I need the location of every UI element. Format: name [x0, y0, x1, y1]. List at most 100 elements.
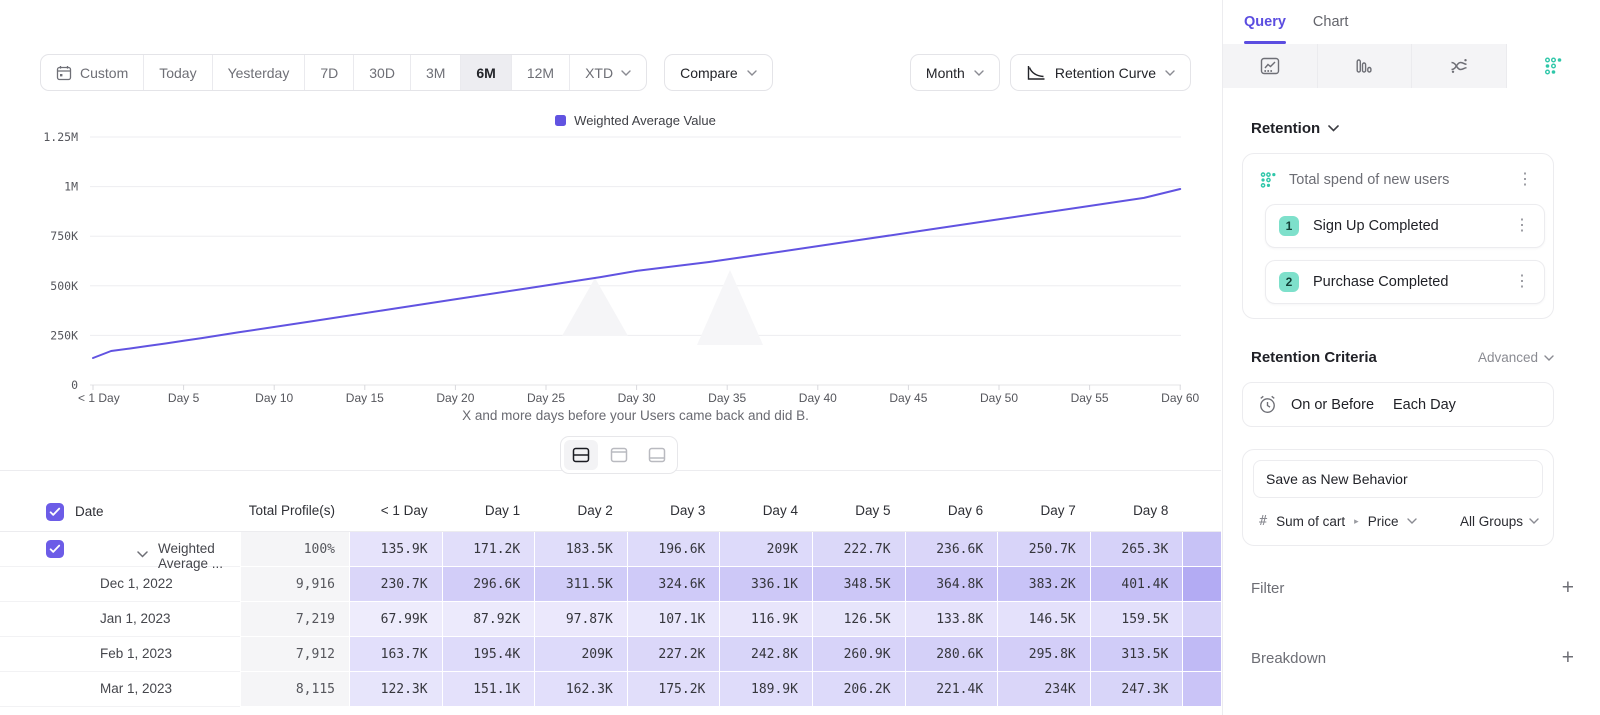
layout-top-band-button[interactable] [602, 440, 636, 470]
measure-subfield[interactable]: Price [1368, 514, 1399, 529]
date-range-today[interactable]: Today [143, 55, 211, 90]
tab-chart[interactable]: Chart [1313, 0, 1348, 44]
table-header-col: Day 6 [905, 471, 998, 531]
split-rows-icon [572, 447, 590, 463]
chart-legend[interactable]: Weighted Average Value [90, 113, 1181, 128]
report-type-tabs [1223, 44, 1600, 88]
row-checkbox[interactable] [46, 540, 64, 558]
table-row[interactable]: Jan 1, 20237,21967.99K87.92K97.87K107.1K… [0, 602, 1221, 637]
kebab-menu-icon[interactable]: ⋮ [1511, 170, 1539, 190]
criteria-condition[interactable]: On or Before [1291, 397, 1374, 413]
chart-style-dropdown[interactable]: Retention Curve [1010, 54, 1191, 91]
compare-button[interactable]: Compare [664, 54, 773, 91]
retention-value-cell: 311.5K [534, 567, 627, 602]
report-toolbar: CustomTodayYesterday7D30D3M6M12MXTD Comp… [40, 54, 1191, 91]
behavior-title-row[interactable]: Total spend of new users ⋮ [1255, 166, 1545, 192]
report-type-funnels[interactable] [1318, 44, 1413, 88]
behavior-step-2[interactable]: 2Purchase Completed⋮ [1265, 260, 1545, 304]
table-header-date: Date [0, 471, 240, 531]
chevron-down-icon [1165, 70, 1175, 76]
date-range-30d[interactable]: 30D [353, 55, 410, 90]
behavior-step-1[interactable]: 1Sign Up Completed⋮ [1265, 204, 1545, 248]
save-as-new-behavior-button[interactable]: Save as New Behavior [1253, 460, 1543, 498]
retention-value-cell: 162.3K [534, 672, 627, 707]
retention-value-cell: 295.8K [997, 637, 1090, 672]
top-band-icon [610, 447, 628, 463]
active-tab-underline [1244, 41, 1286, 44]
bottom-band-icon [648, 447, 666, 463]
retention-value-cell: 336.1K [719, 567, 812, 602]
kebab-menu-icon[interactable]: ⋮ [1508, 272, 1536, 292]
chevron-down-icon [1529, 518, 1539, 524]
layout-bottom-band-button[interactable] [640, 440, 674, 470]
date-range-6m[interactable]: 6M [460, 55, 510, 90]
measure-field-dropdown[interactable]: Sum of cart [1276, 514, 1345, 529]
report-type-flows[interactable] [1412, 44, 1507, 88]
chart-controls: Month Retention Curve [910, 54, 1191, 91]
retention-value-cell: 146.5K [997, 602, 1090, 637]
behavior-steps: 1Sign Up Completed⋮ 2Purchase Completed⋮ [1255, 204, 1545, 304]
measure-row: # Sum of cart ▸ Price All Groups [1259, 513, 1539, 529]
table-body: Weighted Average ...100%135.9K171.2K183.… [0, 532, 1221, 707]
expand-chevron-icon[interactable] [137, 545, 148, 563]
retention-dots-icon [1543, 56, 1563, 76]
retention-value-cell: 242.8K [719, 637, 812, 672]
retention-criteria-header: Retention Criteria Advanced [1251, 349, 1554, 366]
retention-value-cell: 67.99K [349, 602, 442, 637]
chart-caption: X and more days before your Users came b… [90, 408, 1181, 423]
retention-value-cell: 133.8K [905, 602, 998, 637]
kebab-menu-icon[interactable]: ⋮ [1508, 216, 1536, 236]
table-header-col: Day 7 [997, 471, 1090, 531]
behavior-card: Total spend of new users ⋮ 1Sign Up Comp… [1242, 153, 1554, 319]
retention-value-cell: 247.3K [1090, 672, 1183, 707]
chevron-down-icon [1407, 518, 1417, 524]
svg-text:1M: 1M [64, 180, 78, 194]
report-type-insights[interactable] [1223, 44, 1318, 88]
date-range-custom[interactable]: Custom [41, 55, 143, 90]
retention-value-cell: 230.7K [349, 567, 442, 602]
total-profiles-cell: 7,219 [240, 602, 349, 637]
groups-dropdown[interactable]: All Groups [1460, 514, 1539, 529]
criteria-card[interactable]: On or Before Each Day [1242, 382, 1554, 427]
table-header-col: Day 1 [442, 471, 535, 531]
retention-value-cell: 206.2K [812, 672, 905, 707]
table-row[interactable]: Dec 1, 20229,916230.7K296.6K311.5K324.6K… [0, 567, 1221, 602]
table-row[interactable]: Mar 1, 20238,115122.3K151.1K162.3K175.2K… [0, 672, 1221, 707]
add-filter-button[interactable]: + [1562, 576, 1574, 600]
report-type-retention[interactable] [1507, 44, 1600, 88]
layout-split-rows-button[interactable] [564, 440, 598, 470]
granularity-dropdown[interactable]: Month [910, 54, 1000, 91]
row-label-cell: Weighted Average ... [0, 532, 240, 567]
svg-text:Day 5: Day 5 [168, 391, 200, 405]
legend-swatch [555, 115, 566, 126]
date-range-7d[interactable]: 7D [304, 55, 353, 90]
table-row[interactable]: Feb 1, 20237,912163.7K195.4K209K227.2K24… [0, 637, 1221, 672]
retention-section-header[interactable]: Retention [1251, 120, 1554, 137]
date-range-3m[interactable]: 3M [410, 55, 460, 90]
breakdown-label: Breakdown [1251, 650, 1562, 667]
retention-value-cell: 87.92K [442, 602, 535, 637]
table-header-row: DateTotal Profile(s)< 1 DayDay 1Day 2Day… [0, 471, 1221, 532]
criteria-value[interactable]: Each Day [1393, 397, 1456, 413]
chevron-down-icon [974, 70, 984, 76]
tab-query[interactable]: Query [1244, 0, 1286, 44]
chevron-down-icon [1544, 355, 1554, 361]
row-label-cell: Feb 1, 2023 [0, 637, 240, 672]
date-range-yesterday[interactable]: Yesterday [212, 55, 305, 90]
add-breakdown-button[interactable]: + [1562, 646, 1574, 670]
retention-value-cell: 189.9K [719, 672, 812, 707]
retention-value-cell: 209K [534, 637, 627, 672]
svg-text:Day 15: Day 15 [346, 391, 384, 405]
criteria-mode-dropdown[interactable]: Advanced [1478, 350, 1554, 365]
date-range-xtd[interactable]: XTD [569, 55, 646, 90]
row-label: Jan 1, 2023 [100, 611, 171, 626]
select-all-checkbox[interactable] [46, 503, 64, 521]
date-range-12m[interactable]: 12M [511, 55, 569, 90]
svg-text:1.25M: 1.25M [43, 130, 78, 144]
svg-text:Day 50: Day 50 [980, 391, 1018, 405]
property-path-arrow-icon: ▸ [1354, 516, 1359, 527]
chevron-down-icon [747, 70, 757, 76]
table-header-col: Day 3 [627, 471, 720, 531]
table-header-col: Total Profile(s) [240, 471, 349, 531]
table-row[interactable]: Weighted Average ...100%135.9K171.2K183.… [0, 532, 1221, 567]
